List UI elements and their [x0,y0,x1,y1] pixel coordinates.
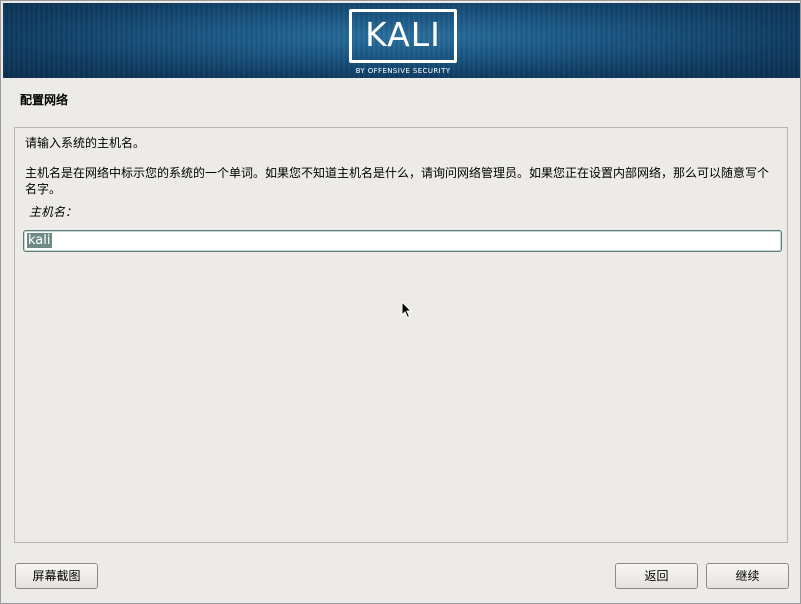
hostname-input[interactable]: kali [23,230,782,252]
page-title: 配置网络 [20,93,69,107]
continue-button[interactable]: 继续 [706,563,789,589]
back-button[interactable]: 返回 [615,563,698,589]
mouse-pointer-icon [401,301,413,319]
screenshot-button[interactable]: 屏幕截图 [15,563,98,589]
kali-banner: KALI BY OFFENSIVE SECURITY [3,3,800,78]
kali-logo-text: KALI [365,15,441,54]
hostname-description: 主机名是在网络中标示您的系统的一个单词。如果您不知道主机名是什么，请询问网络管理… [25,166,770,196]
installer-window: KALI BY OFFENSIVE SECURITY 配置网络 请输入系统的主机… [0,0,801,604]
hostname-prompt: 请输入系统的主机名。 [25,136,146,150]
kali-logo: KALI [349,9,457,63]
hostname-value: kali [27,233,52,248]
hostname-label: 主机名： [29,205,78,219]
kali-logo-subtitle: BY OFFENSIVE SECURITY [355,67,451,75]
content-panel: 请输入系统的主机名。 主机名是在网络中标示您的系统的一个单词。如果您不知道主机名… [14,127,788,543]
